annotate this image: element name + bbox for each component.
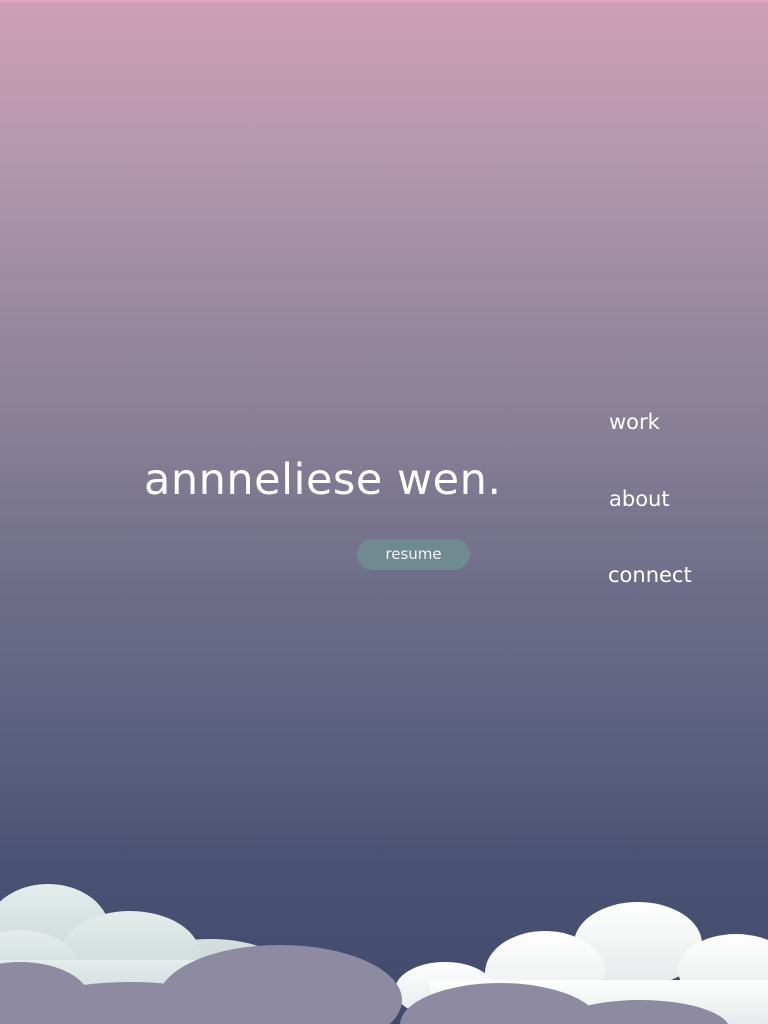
clouds-illustration <box>0 884 768 1024</box>
nav-link-connect[interactable]: connect <box>608 563 692 587</box>
top-accent-line <box>0 0 768 2</box>
nav-link-about[interactable]: about <box>609 487 670 511</box>
nav-link-work[interactable]: work <box>609 410 660 434</box>
resume-button[interactable]: resume <box>357 539 470 570</box>
site-owner-name: annneliese wen. <box>144 455 502 505</box>
